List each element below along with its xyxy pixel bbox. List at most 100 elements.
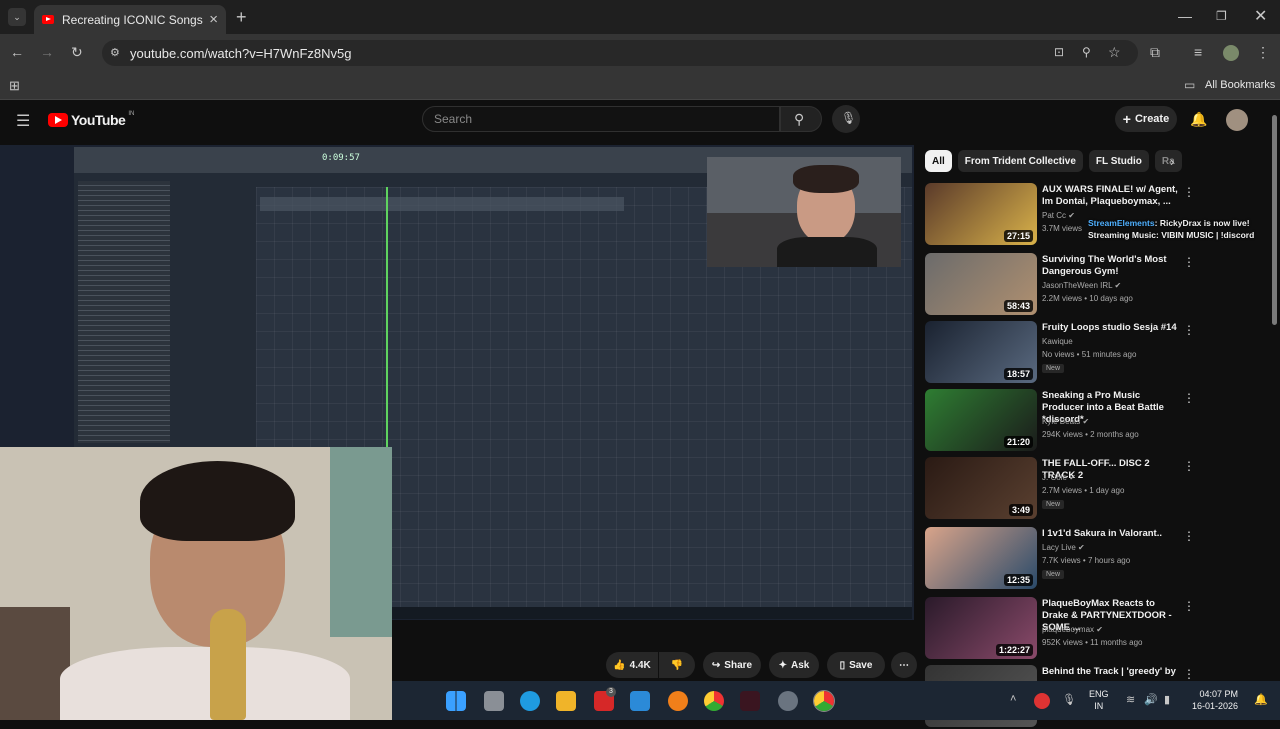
window-close-icon[interactable]: ✕ xyxy=(1254,6,1267,26)
voice-search-button[interactable]: 🎙 xyxy=(832,105,860,133)
recommendation-item[interactable]: 18:57 Fruity Loops studio Sesja #14 Kawiqu… xyxy=(925,321,1270,385)
video-thumbnail[interactable]: 18:57 xyxy=(925,321,1037,383)
recommendation-item[interactable]: 1:22:27 PlaqueBoyMax Reacts to Drake & PA… xyxy=(925,597,1270,661)
tray-mic-icon[interactable]: 🎙 xyxy=(1062,693,1076,706)
more-options-icon[interactable]: ⋮ xyxy=(1183,599,1195,613)
search-button[interactable]: ⚲ xyxy=(780,106,822,132)
hamburger-menu-icon[interactable]: ☰ xyxy=(16,111,30,131)
windows-start-icon[interactable] xyxy=(446,691,466,711)
chip-fl-studio[interactable]: FL Studio xyxy=(1088,150,1149,172)
channel-name[interactable]: JasonTheWeen IRL ✔ xyxy=(1042,281,1121,290)
vscode-icon[interactable] xyxy=(630,691,650,711)
recommendation-title[interactable]: I 1v1'd Sakura in Valorant.. xyxy=(1042,528,1182,540)
language-indicator[interactable]: ENG IN xyxy=(1089,688,1109,712)
channel-name[interactable]: Kawique xyxy=(1042,337,1073,346)
more-options-icon[interactable]: ⋮ xyxy=(1183,459,1195,473)
more-options-icon[interactable]: ⋮ xyxy=(1183,255,1195,269)
media-control-icon[interactable]: ≡ xyxy=(1194,44,1202,60)
notification-center-icon[interactable]: 🔔 xyxy=(1254,693,1268,706)
video-thumbnail[interactable]: 58:43 xyxy=(925,253,1037,315)
video-thumbnail[interactable]: 21:20 xyxy=(925,389,1037,451)
notifications-bell-icon[interactable]: 🔔 xyxy=(1190,111,1207,128)
site-info-icon[interactable]: ⚙ xyxy=(110,46,120,59)
extensions-icon[interactable]: ⧉ xyxy=(1150,44,1160,61)
all-bookmarks-link[interactable]: All Bookmarks xyxy=(1205,79,1275,91)
chips-next-icon[interactable]: › xyxy=(1170,154,1174,169)
more-options-icon[interactable]: ⋮ xyxy=(1183,323,1195,337)
recommendation-title[interactable]: Fruity Loops studio Sesja #14 xyxy=(1042,322,1182,334)
back-icon[interactable]: ← xyxy=(10,44,24,60)
steam-icon[interactable] xyxy=(778,691,798,711)
channel-label: Lacy Live xyxy=(1042,543,1076,552)
profile-avatar[interactable] xyxy=(1223,45,1239,61)
apps-grid-icon[interactable]: ⊞ xyxy=(9,78,20,94)
wifi-icon[interactable]: ≋ xyxy=(1126,693,1135,706)
minimize-icon[interactable]: — xyxy=(1178,8,1192,24)
video-thumbnail[interactable]: 1:22:27 xyxy=(925,597,1037,659)
more-options-icon[interactable]: ⋮ xyxy=(1183,529,1195,543)
recommendation-item[interactable]: 58:43 Surviving The World's Most Dangerou… xyxy=(925,253,1270,317)
ask-button[interactable]: ✦ Ask xyxy=(769,652,819,678)
recommendation-title[interactable]: AUX WARS FINALE! w/ Agent, Im Dontai, Pl… xyxy=(1042,184,1182,208)
recommendation-item[interactable]: 12:35 I 1v1'd Sakura in Valorant.. Lacy Li… xyxy=(925,527,1270,591)
views-age: 2.7M views • 1 day ago xyxy=(1042,486,1125,495)
app-v-icon[interactable] xyxy=(740,691,760,711)
views-age: 294K views • 2 months ago xyxy=(1042,430,1139,439)
search-input[interactable]: Search xyxy=(422,106,780,132)
maximize-icon[interactable]: ❐ xyxy=(1216,9,1227,23)
more-actions-button[interactable]: ⋯ xyxy=(891,652,917,678)
browser-menu-icon[interactable]: ⋮ xyxy=(1256,44,1270,61)
dislike-button[interactable]: 👎 xyxy=(659,652,695,678)
recommendation-title[interactable]: Behind the Track | 'greedy' by xyxy=(1042,666,1182,678)
chrome-active-icon[interactable] xyxy=(813,690,835,712)
more-options-icon[interactable]: ⋮ xyxy=(1183,667,1195,681)
volume-icon[interactable]: 🔊 xyxy=(1144,693,1158,706)
more-options-icon[interactable]: ⋮ xyxy=(1183,185,1195,199)
forward-icon[interactable]: → xyxy=(40,44,54,60)
video-thumbnail[interactable]: 27:15 xyxy=(925,183,1037,245)
new-tab-icon[interactable]: + xyxy=(236,7,247,28)
upload-age: 11 months ago xyxy=(1090,638,1143,647)
tray-record-icon[interactable] xyxy=(1034,693,1050,709)
zoom-icon[interactable]: ⚲ xyxy=(1082,45,1091,59)
chrome-icon[interactable] xyxy=(704,691,724,711)
channel-name[interactable]: J. Cole ✔ xyxy=(1042,473,1076,482)
bookmark-star-icon[interactable]: ☆ xyxy=(1108,44,1121,61)
save-button[interactable]: ▯ Save xyxy=(827,652,885,678)
task-view-icon[interactable] xyxy=(484,691,504,711)
recommendation-item[interactable]: 3:49 THE FALL-OFF... DISC 2 TRACK 2 J. Col… xyxy=(925,457,1270,521)
channel-name[interactable]: Kyle Beats ✔ xyxy=(1042,417,1089,426)
chip-trident[interactable]: From Trident Collective xyxy=(957,150,1083,172)
reload-icon[interactable]: ↻ xyxy=(71,44,83,61)
share-button[interactable]: ↪ Share xyxy=(703,652,761,678)
recommendation-item[interactable]: 21:20 Sneaking a Pro Music Producer into … xyxy=(925,389,1270,453)
page-scrollbar[interactable] xyxy=(1272,115,1277,325)
upload-age: 7 hours ago xyxy=(1087,556,1131,565)
browser-tab[interactable]: Recreating ICONIC Songs With × xyxy=(34,5,226,34)
channel-avatar[interactable] xyxy=(1226,109,1248,131)
address-bar[interactable]: ⚙ youtube.com/watch?v=H7WnFz8Nv5g ⊡ ⚲ ☆ xyxy=(102,40,1138,66)
video-thumbnail[interactable]: 12:35 xyxy=(925,527,1037,589)
chip-more[interactable]: Ra xyxy=(1154,150,1182,172)
tray-expand-icon[interactable]: ˄ xyxy=(1010,693,1016,705)
thumbs-up-icon: 👍 xyxy=(613,659,626,671)
channel-name[interactable]: Pat Cc ✔ xyxy=(1042,211,1075,220)
channel-name[interactable]: Lacy Live ✔ xyxy=(1042,543,1085,552)
tab-search-icon[interactable]: ⌄ xyxy=(8,8,26,26)
tab-close-icon[interactable]: × xyxy=(209,11,218,28)
channel-label: JasonTheWeen IRL xyxy=(1042,281,1113,290)
channel-name[interactable]: plaqueboymax ✔ xyxy=(1042,625,1103,634)
file-explorer-icon[interactable] xyxy=(556,691,576,711)
video-thumbnail[interactable]: 3:49 xyxy=(925,457,1037,519)
battery-icon[interactable]: ▮ xyxy=(1164,693,1170,706)
like-button[interactable]: 👍 4.4K xyxy=(606,652,658,678)
create-button[interactable]: + Create xyxy=(1115,106,1177,132)
recommendation-title[interactable]: Surviving The World's Most Dangerous Gym… xyxy=(1042,254,1182,278)
fl-studio-icon[interactable] xyxy=(668,691,688,711)
chip-all[interactable]: All xyxy=(925,150,952,172)
clock[interactable]: 04:07 PM 16-01-2026 xyxy=(1192,688,1238,712)
more-options-icon[interactable]: ⋮ xyxy=(1183,391,1195,405)
youtube-logo[interactable]: YouTube IN xyxy=(48,111,134,128)
install-icon[interactable]: ⊡ xyxy=(1054,45,1064,59)
edge-browser-icon[interactable] xyxy=(520,691,540,711)
